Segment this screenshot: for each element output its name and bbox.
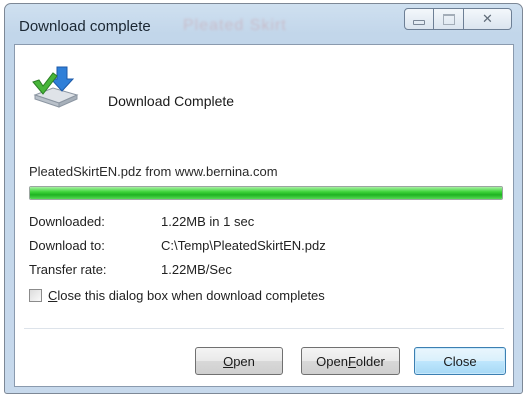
close-icon: ✕	[482, 11, 493, 26]
title-bar[interactable]: Download complete Pleated Skirt ✕	[5, 4, 522, 44]
dialog-body: Download Complete PleatedSkirtEN.pdz fro…	[14, 44, 514, 387]
minimize-icon	[413, 19, 425, 25]
download-progress-bar	[29, 186, 503, 200]
file-source-label: PleatedSkirtEN.pdz from www.bernina.com	[29, 164, 278, 179]
close-button[interactable]: Close	[414, 347, 506, 375]
download-to-label: Download to:	[29, 238, 105, 253]
maximize-button[interactable]	[434, 8, 464, 30]
download-complete-icon	[32, 66, 79, 108]
download-to-value: C:\Temp\PleatedSkirtEN.pdz	[161, 238, 326, 253]
open-button-label: pen	[233, 353, 255, 369]
minimize-button[interactable]	[404, 8, 434, 30]
close-on-complete-mnemonic: C	[48, 288, 58, 303]
progress-fill	[30, 187, 502, 199]
download-status-heading: Download Complete	[108, 93, 235, 109]
close-on-complete-label: Close this dialog box when download comp…	[48, 288, 325, 303]
open-folder-rest: older	[355, 353, 385, 369]
open-folder-mnemonic: F	[347, 353, 356, 369]
background-window-title: Pleated Skirt	[183, 17, 287, 34]
open-folder-pre: Open	[316, 353, 348, 369]
button-separator	[24, 328, 504, 329]
download-complete-dialog: Download complete Pleated Skirt ✕ Downlo…	[4, 3, 523, 394]
maximize-icon	[442, 13, 455, 25]
caption-buttons: ✕	[404, 8, 512, 32]
close-on-complete-option[interactable]: Close this dialog box when download comp…	[29, 288, 325, 303]
transfer-rate-label: Transfer rate:	[29, 262, 107, 277]
downloaded-value: 1.22MB in 1 sec	[161, 214, 255, 229]
close-on-complete-text: lose this dialog box when download compl…	[57, 288, 325, 303]
window-title: Download complete	[19, 18, 151, 35]
transfer-rate-value: 1.22MB/Sec	[161, 262, 232, 277]
close-window-button[interactable]: ✕	[464, 8, 512, 30]
close-on-complete-checkbox[interactable]	[29, 289, 42, 302]
downloaded-label: Downloaded:	[29, 214, 105, 229]
open-button-mnemonic: O	[223, 353, 234, 369]
open-folder-button[interactable]: Open Folder	[301, 347, 400, 375]
open-button[interactable]: Open	[195, 347, 283, 375]
